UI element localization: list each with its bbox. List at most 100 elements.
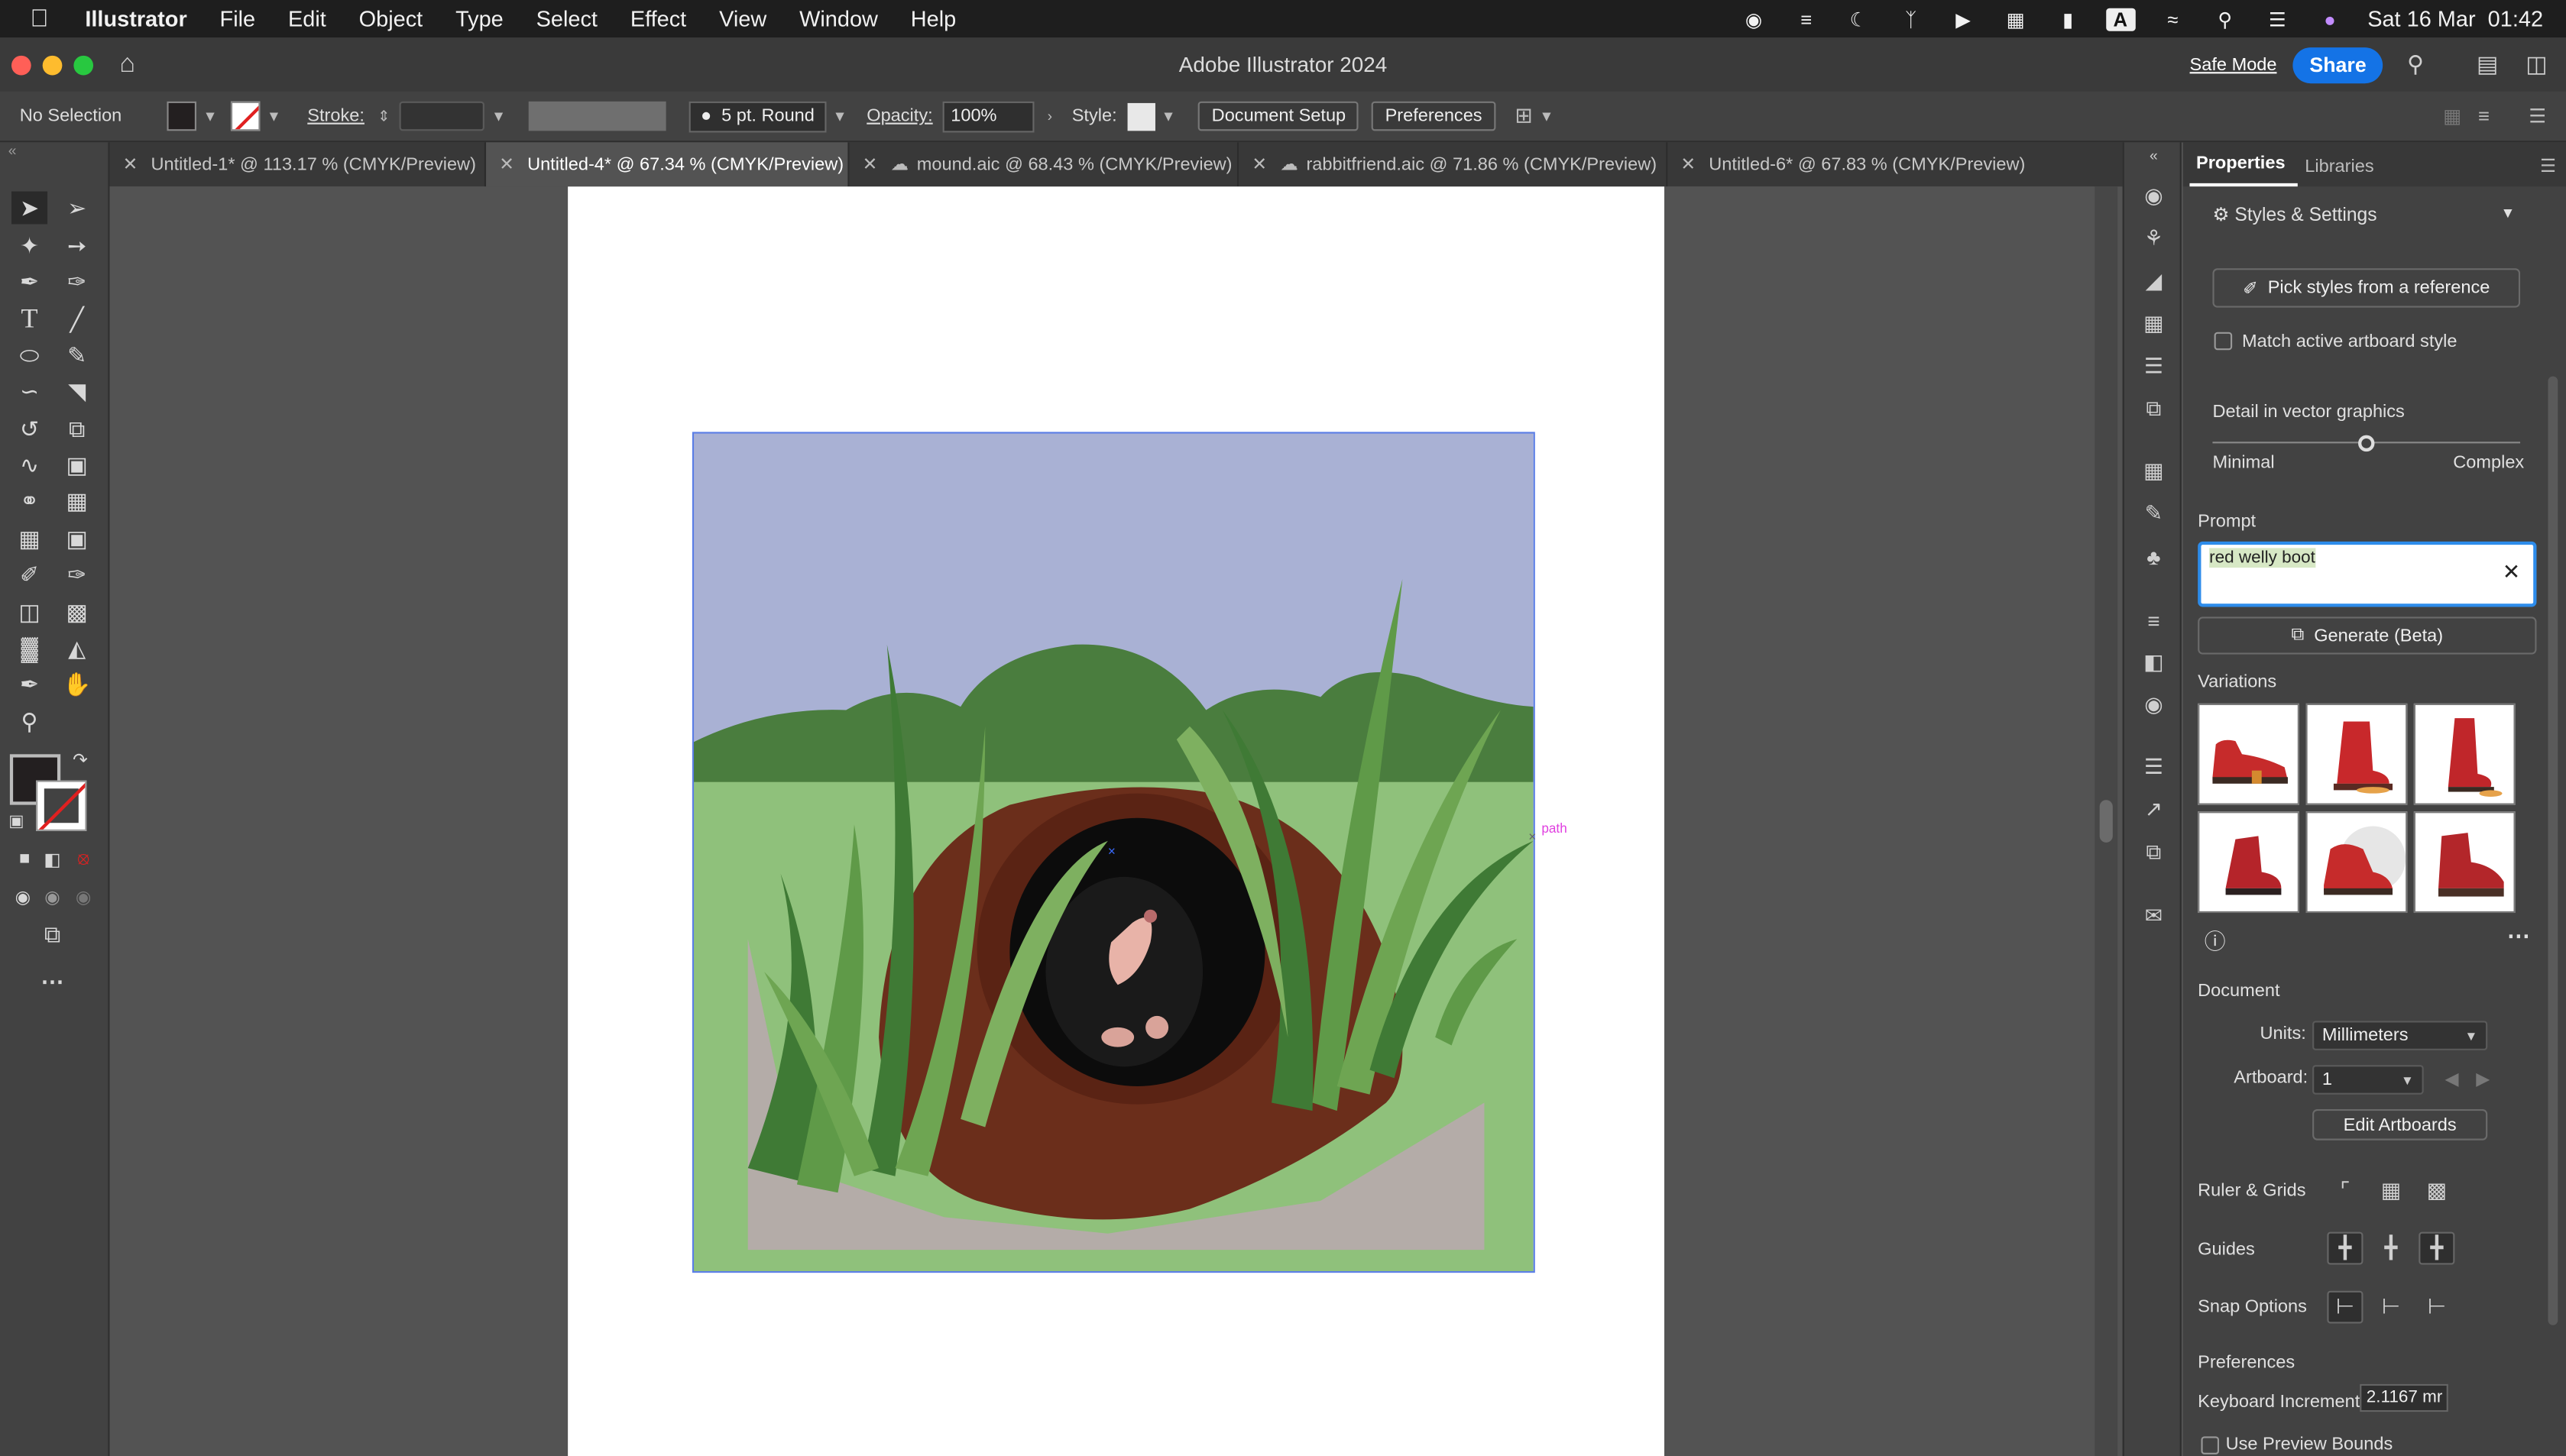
chevron-down-icon[interactable]: ▼ — [491, 108, 506, 124]
close-window-button[interactable] — [11, 54, 31, 75]
detail-slider-handle[interactable] — [2358, 435, 2375, 452]
match-artboard-checkbox[interactable] — [2214, 332, 2233, 351]
transform-icon[interactable]: ▦ — [2139, 311, 2169, 337]
menubar-clock[interactable]: Sat 16 Mar 01:42 — [2367, 7, 2543, 31]
close-tab-icon[interactable]: ✕ — [1680, 154, 1696, 175]
swap-fill-stroke-icon[interactable]: ↷ — [69, 748, 92, 771]
document-tab[interactable]: ✕ ☁ mound.aic @ 68.43 % (CMYK/Preview) — [849, 142, 1239, 187]
apple-menu-icon[interactable]:  — [0, 5, 79, 32]
document-tab[interactable]: ✕ Untitled-6* @ 67.83 % (CMYK/Preview) — [1667, 142, 2027, 186]
menu-app-name[interactable]: Illustrator — [79, 7, 203, 31]
mole-illustration[interactable]: × × path — [568, 186, 1664, 1456]
search-icon[interactable]: ⚲ — [2211, 8, 2240, 31]
keyboard-increment-field[interactable]: 2.1167 mr — [2360, 1383, 2448, 1412]
measure-tool-icon[interactable]: ✑ — [59, 558, 95, 590]
memory-icon[interactable]: ▦ — [2001, 8, 2030, 31]
curvature-tool-icon[interactable]: ✑ — [59, 265, 95, 298]
stroke-panel-icon[interactable]: ≡ — [2139, 607, 2169, 633]
document-tab[interactable]: ✕ ☁ rabbitfriend.aic @ 71.86 % (CMYK/Pre… — [1239, 142, 1668, 187]
next-artboard-icon[interactable]: ▶ — [2476, 1068, 2490, 1090]
symbols-icon[interactable]: ♣ — [2139, 543, 2169, 569]
zoom-window-button[interactable] — [73, 54, 94, 75]
brushes-icon[interactable]: ✎ — [2139, 500, 2169, 526]
type-tool-icon[interactable]: T — [11, 303, 47, 335]
links-icon[interactable]: ⧉ — [2139, 840, 2169, 866]
menu-edit[interactable]: Edit — [272, 7, 343, 31]
battery-icon[interactable]: ▮ — [2053, 8, 2083, 31]
styles-settings-header[interactable]: ⚙ Styles & Settings — [2212, 203, 2376, 226]
tab-properties[interactable]: Properties — [2189, 154, 2299, 187]
transform-icon[interactable]: ≡ — [2478, 105, 2490, 128]
pathfinder-icon[interactable]: ⧉ — [2139, 396, 2169, 422]
share-button[interactable]: Share — [2292, 47, 2383, 83]
variation-thumbnail[interactable] — [2413, 703, 2516, 805]
edit-artboards-button[interactable]: Edit Artboards — [2312, 1109, 2488, 1141]
menu-view[interactable]: View — [703, 7, 783, 31]
close-tab-icon[interactable]: ✕ — [123, 154, 138, 175]
artboard-dropdown[interactable]: 1 ▼ — [2312, 1065, 2424, 1095]
column-graph-tool-icon[interactable]: ▓ — [11, 632, 47, 665]
edit-toolbar-icon[interactable]: ⋯ — [34, 966, 70, 998]
transparency-grid-icon[interactable]: ▩ — [2419, 1175, 2454, 1208]
panel-layout-icon[interactable]: ◫ — [2520, 50, 2553, 79]
chevron-down-icon[interactable]: ▼ — [832, 108, 847, 124]
prompt-text[interactable]: red welly boot — [2209, 548, 2315, 568]
perspective-grid-tool-icon[interactable]: ▦ — [59, 484, 95, 517]
warp-tool-icon[interactable]: ∿ — [11, 448, 47, 481]
fill-swatch[interactable] — [167, 101, 196, 131]
gradient-tool-icon[interactable]: ▣ — [59, 522, 95, 555]
layers-icon[interactable]: ☰ — [2139, 754, 2169, 780]
bluetooth-icon[interactable]: ᛉ — [1896, 8, 1926, 31]
export-icon[interactable]: ↗ — [2139, 797, 2169, 823]
collapse-panels-icon[interactable]: « — [2139, 142, 2169, 168]
transparency-icon[interactable]: ◉ — [2139, 692, 2169, 718]
stroke-swatch[interactable] — [230, 101, 261, 131]
opacity-field[interactable]: 100% — [942, 100, 1035, 132]
moon-icon[interactable]: ☾ — [1844, 8, 1874, 31]
menu-file[interactable]: File — [203, 7, 271, 31]
more-options-icon[interactable]: ⋯ — [2507, 923, 2530, 950]
stroke-label[interactable]: Stroke: — [307, 106, 364, 126]
artboard-tool-icon[interactable]: ◭ — [59, 632, 95, 665]
selection-tool-icon[interactable]: ➤ — [11, 191, 48, 225]
menu-window[interactable]: Window — [783, 7, 895, 31]
arrange-icon[interactable]: ⊞ — [1515, 103, 1532, 129]
swatches-icon[interactable]: ◢ — [2139, 268, 2169, 294]
variable-width-profile[interactable] — [529, 101, 666, 131]
menu-select[interactable]: Select — [520, 7, 614, 31]
prompt-input[interactable]: red welly boot ✕ — [2198, 541, 2537, 607]
magic-wand-tool-icon[interactable]: ✦ — [11, 229, 47, 262]
variation-thumbnail[interactable] — [2305, 703, 2408, 805]
units-dropdown[interactable]: Millimeters ▼ — [2312, 1021, 2488, 1050]
default-fill-stroke-icon[interactable]: ▣ — [5, 810, 28, 833]
document-tab[interactable]: ✕ Untitled-1* @ 113.17 % (CMYK/Preview) — [109, 142, 487, 187]
ellipse-tool-icon[interactable]: ⬭ — [11, 338, 47, 371]
generate-button[interactable]: ⧉ Generate (Beta) — [2198, 616, 2537, 655]
blend-tool-icon[interactable]: ◫ — [11, 596, 47, 629]
pick-styles-button[interactable]: ✐ Pick styles from a reference — [2212, 268, 2521, 308]
play-icon[interactable]: ▶ — [1949, 8, 1978, 31]
canvas-area[interactable]: × × path — [109, 186, 2095, 1456]
siri-icon[interactable]: ● — [2315, 8, 2345, 31]
workspace-switcher-icon[interactable]: ▤ — [2471, 50, 2504, 79]
scrollbar-thumb[interactable] — [2099, 800, 2113, 843]
snap-to-glyph-icon[interactable]: ⊢ — [2419, 1291, 2454, 1324]
menu-object[interactable]: Object — [342, 7, 439, 31]
chevron-down-icon[interactable]: ▼ — [267, 108, 281, 124]
chevron-down-icon[interactable]: ▼ — [203, 108, 218, 124]
eyedropper-tool-icon[interactable]: ✐ — [11, 558, 47, 590]
zoom-tool-icon[interactable]: ⚲ — [11, 705, 47, 738]
align-icon[interactable]: ☰ — [2139, 354, 2169, 380]
draw-inside-icon[interactable]: ◉ — [66, 880, 102, 913]
collapse-icon[interactable]: « — [0, 142, 108, 165]
color-guide-icon[interactable]: ◉ — [2139, 183, 2169, 209]
close-tab-icon[interactable]: ✕ — [863, 154, 878, 175]
brush-definition-dropdown[interactable]: ● 5 pt. Round — [688, 100, 826, 132]
tab-libraries[interactable]: Libraries — [2299, 157, 2387, 187]
rotate-tool-icon[interactable]: ↺ — [11, 413, 47, 445]
close-tab-icon[interactable]: ✕ — [499, 154, 514, 175]
canvas-vertical-scrollbar[interactable] — [2095, 186, 2118, 1456]
panel-menu-icon[interactable]: ☰ — [2529, 105, 2546, 128]
shape-builder-tool-icon[interactable]: ⚭ — [11, 484, 47, 517]
menu-help[interactable]: Help — [894, 7, 972, 31]
